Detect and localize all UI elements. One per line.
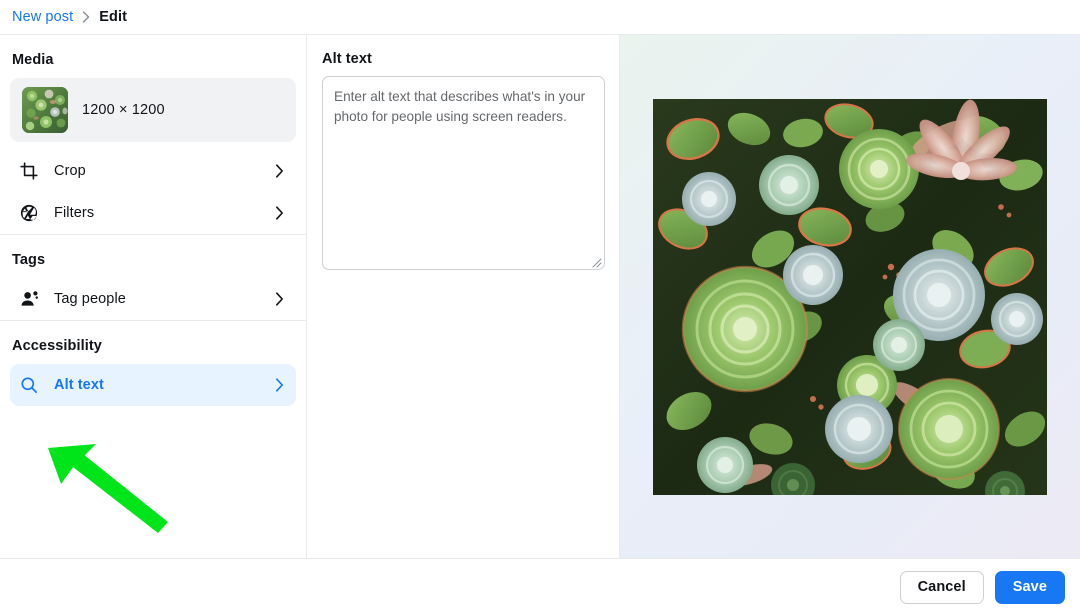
chevron-right-icon xyxy=(82,11,90,23)
tag-people-icon xyxy=(19,289,39,309)
section-title-accessibility: Accessibility xyxy=(12,338,102,354)
sidebar: Media 1200 × 1200 Crop Filters Tags Tag … xyxy=(0,35,307,558)
breadcrumb-current-edit: Edit xyxy=(99,9,128,25)
alt-text-field-wrapper xyxy=(322,76,605,270)
cancel-button[interactable]: Cancel xyxy=(899,570,984,604)
edit-post-dialog: New post Edit Media 1200 × 1200 Crop Fil… xyxy=(0,0,1080,615)
alt-text-input[interactable] xyxy=(322,76,605,270)
image-preview-panel xyxy=(620,35,1080,558)
breadcrumb: New post Edit xyxy=(0,0,1080,35)
media-dimensions: 1200 × 1200 xyxy=(82,102,165,118)
sidebar-item-label: Filters xyxy=(54,205,95,221)
dialog-body: Media 1200 × 1200 Crop Filters Tags Tag … xyxy=(0,35,1080,559)
chevron-right-icon xyxy=(272,292,286,306)
sidebar-item-label: Alt text xyxy=(54,377,104,393)
breadcrumb-link-new-post[interactable]: New post xyxy=(12,9,73,25)
sidebar-item-alt-text[interactable]: Alt text xyxy=(10,364,296,406)
dialog-footer: Cancel Save xyxy=(0,559,1080,615)
section-title-tags: Tags xyxy=(12,252,46,268)
sidebar-item-tag-people[interactable]: Tag people xyxy=(10,278,296,320)
chevron-right-icon xyxy=(272,206,286,220)
media-thumbnail xyxy=(22,87,68,133)
filters-aperture-icon xyxy=(19,203,39,223)
chevron-right-icon xyxy=(272,378,286,392)
sidebar-item-filters[interactable]: Filters xyxy=(10,192,296,234)
panel-title-alt-text: Alt text xyxy=(322,51,372,67)
media-card[interactable]: 1200 × 1200 xyxy=(10,78,296,142)
save-button[interactable]: Save xyxy=(994,570,1065,604)
section-title-media: Media xyxy=(12,52,54,68)
chevron-right-icon xyxy=(272,164,286,178)
alt-text-panel: Alt text xyxy=(307,35,620,558)
crop-icon xyxy=(19,161,39,181)
sidebar-section-media: Media 1200 × 1200 Crop Filters xyxy=(0,35,306,234)
sidebar-section-accessibility: Accessibility Alt text xyxy=(0,320,306,406)
preview-image xyxy=(653,98,1047,495)
sidebar-item-crop[interactable]: Crop xyxy=(10,150,296,192)
sidebar-item-label: Crop xyxy=(54,163,86,179)
search-icon xyxy=(19,375,39,395)
sidebar-item-label: Tag people xyxy=(54,291,126,307)
sidebar-section-tags: Tags Tag people xyxy=(0,234,306,320)
